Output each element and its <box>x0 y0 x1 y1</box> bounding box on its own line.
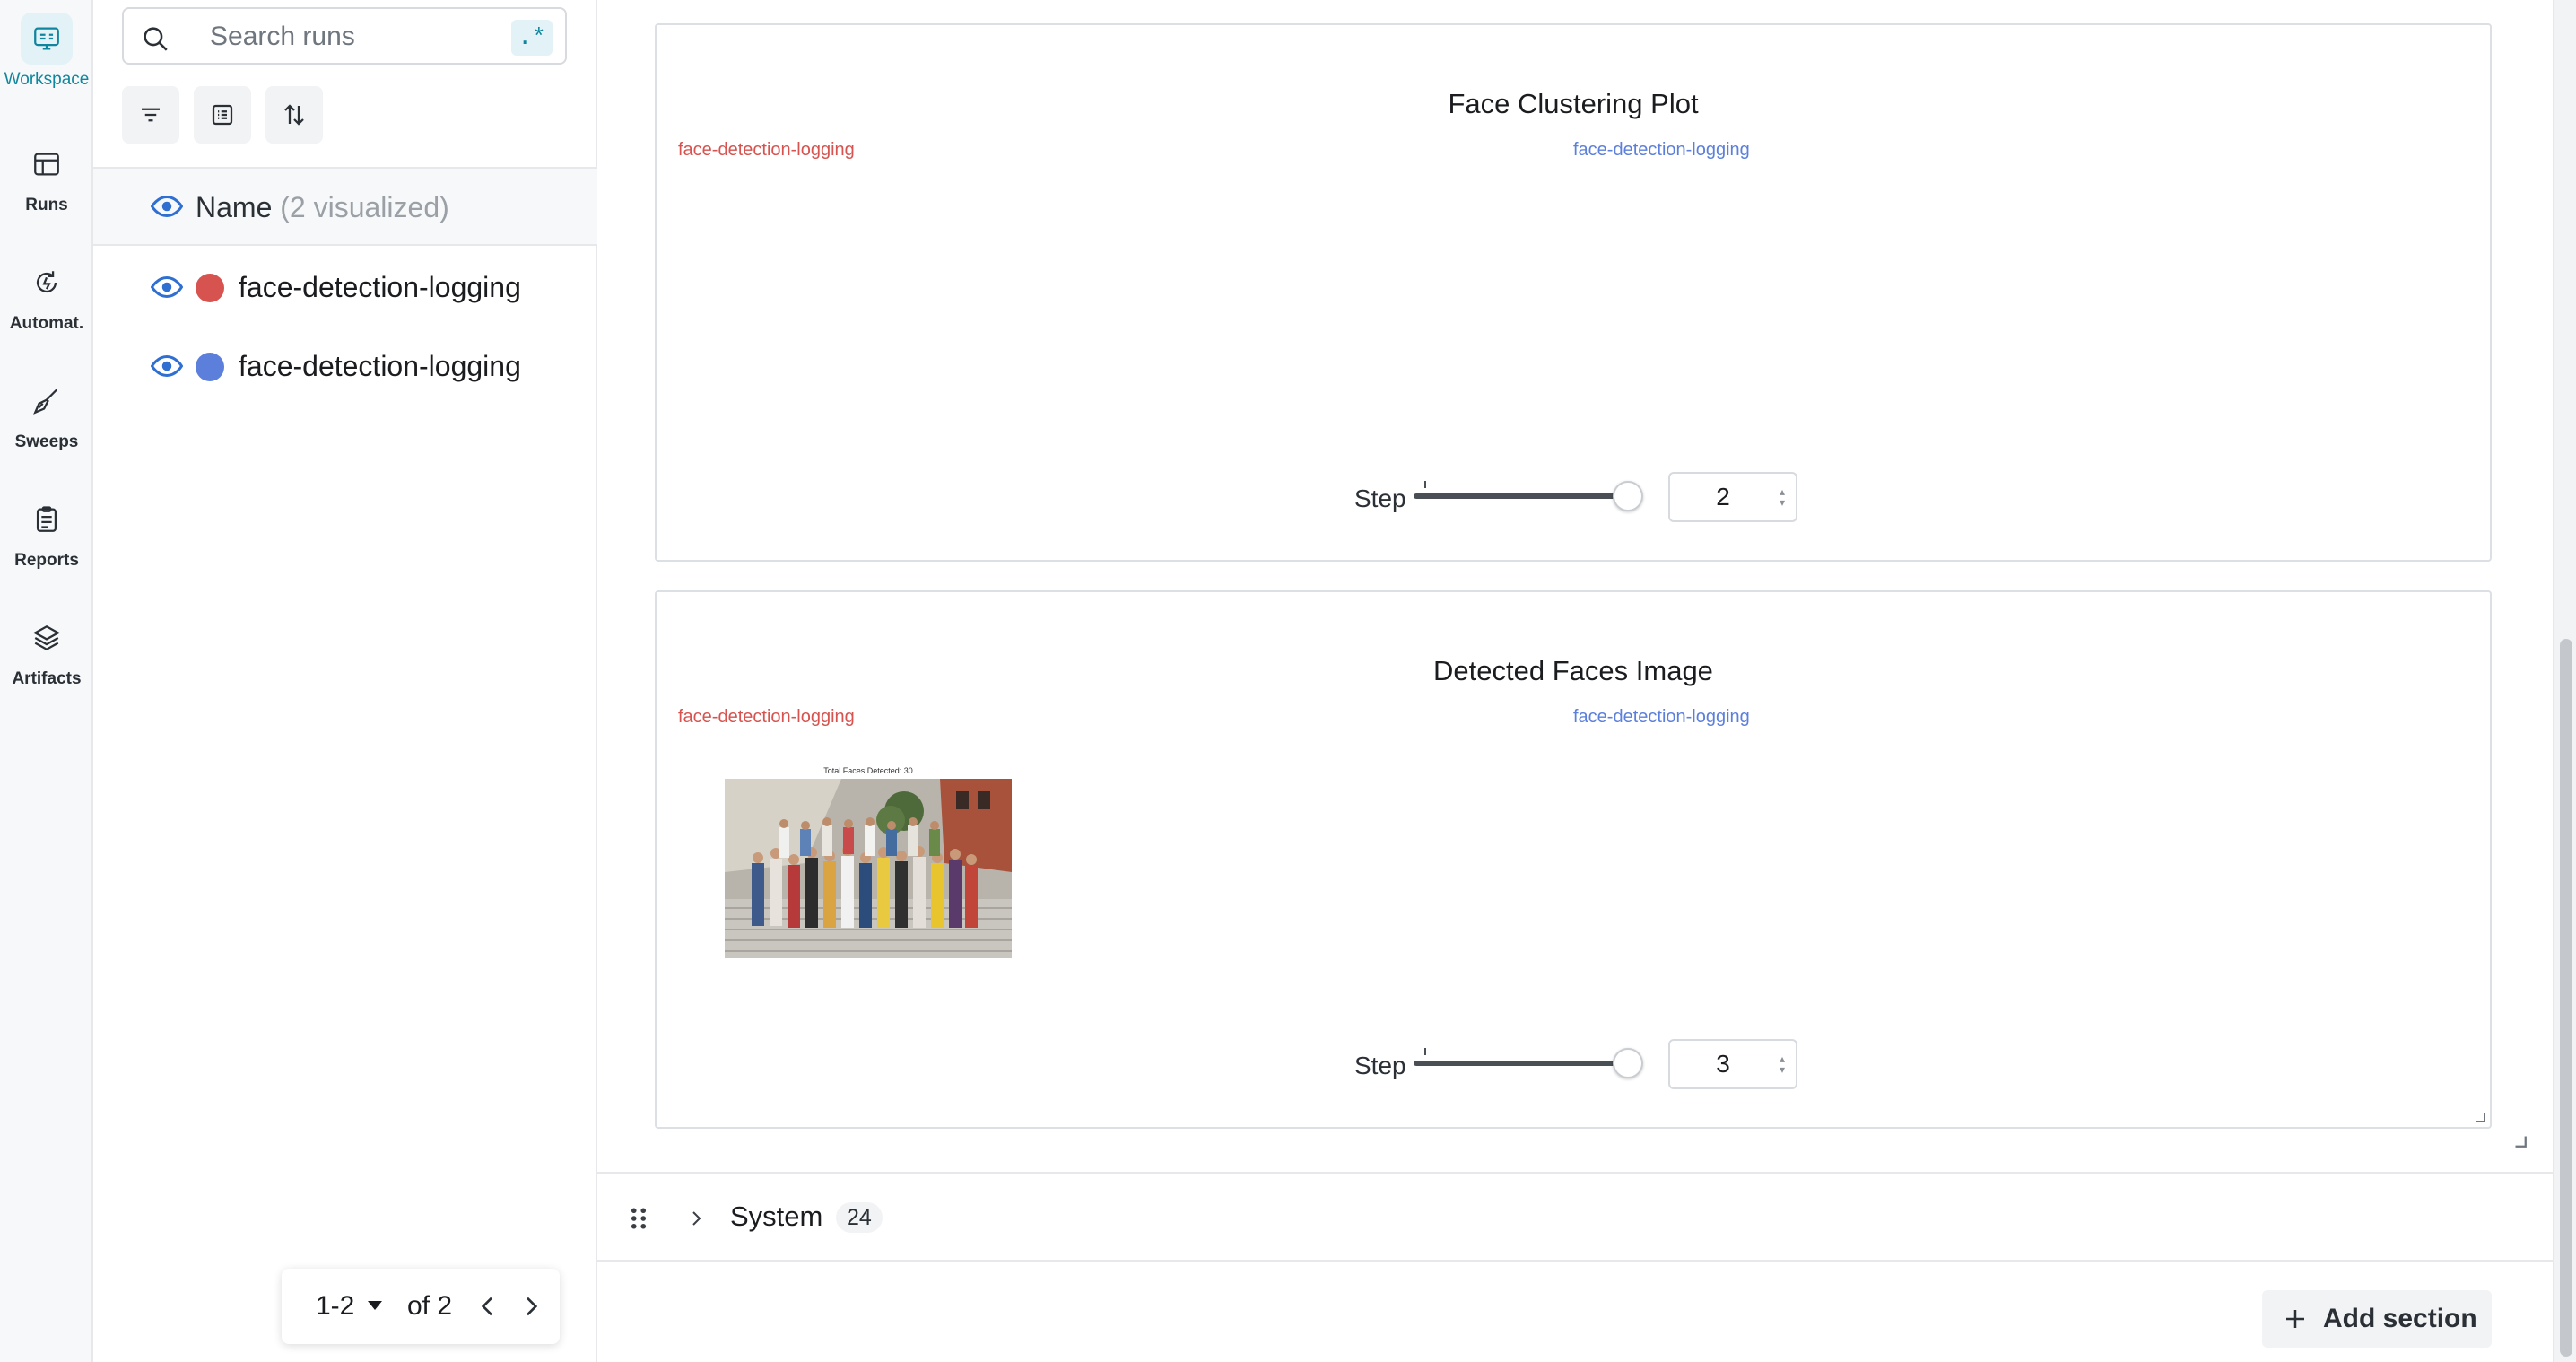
run-row[interactable]: face-detection-logging <box>93 248 597 327</box>
step-value: 2 <box>1716 483 1730 511</box>
runs-table-icon <box>21 138 73 190</box>
run-name[interactable]: face-detection-logging <box>239 327 521 406</box>
scrollbar-thumb[interactable] <box>2560 639 2572 1357</box>
detected-faces-image[interactable]: Total Faces Detected: 30 <box>725 764 1012 958</box>
main-scrollbar[interactable] <box>2553 0 2576 1362</box>
panel-run-label: face-detection-logging <box>678 707 855 727</box>
automation-icon <box>21 257 73 309</box>
runs-sidebar: Search runs .* Name (2 visualized) face-… <box>93 0 597 1362</box>
left-nav: Workspace Runs Automat. Sweeps Reports A… <box>0 0 93 1362</box>
panel-title: Detected Faces Image <box>1433 655 1713 686</box>
nav-label-automations: Automat. <box>9 314 84 333</box>
filter-button[interactable] <box>122 86 179 144</box>
name-column-header[interactable]: Name (2 visualized) <box>196 169 449 246</box>
step-slider-thumb[interactable] <box>1613 1048 1643 1078</box>
section-name: System <box>730 1200 823 1232</box>
spinner-arrows-icon[interactable]: ▴ ▾ <box>1780 1053 1785 1075</box>
drag-grip-icon[interactable] <box>628 1206 649 1231</box>
plus-icon <box>2286 1310 2304 1328</box>
page-range-select[interactable]: 1-2 <box>316 1269 354 1344</box>
panel-run-label: face-detection-logging <box>678 140 855 160</box>
system-section-header[interactable]: System 24 <box>597 1172 2553 1262</box>
columns-button[interactable] <box>194 86 251 144</box>
nav-label-workspace: Workspace <box>4 70 90 89</box>
step-number-input[interactable]: 3 ▴ ▾ <box>1668 1039 1797 1089</box>
add-section-label: Add section <box>2323 1304 2477 1333</box>
slider-tick <box>1424 481 1426 488</box>
workspace-main: Face Clustering Plot face-detection-logg… <box>597 0 2553 1362</box>
columns-list-icon <box>212 104 233 126</box>
run-row[interactable]: face-detection-logging <box>93 327 597 406</box>
step-value: 3 <box>1716 1050 1730 1078</box>
sweeps-broom-icon <box>21 375 73 427</box>
step-slider-thumb[interactable] <box>1613 481 1643 511</box>
panel-run-label: face-detection-logging <box>1573 707 1750 727</box>
media-panel-face-clustering[interactable]: Face Clustering Plot face-detection-logg… <box>655 23 2492 562</box>
runs-table-header: Name (2 visualized) <box>93 167 597 246</box>
add-section-button[interactable]: Add section <box>2262 1290 2492 1348</box>
nav-label-runs: Runs <box>25 196 68 214</box>
eye-icon[interactable] <box>151 353 183 380</box>
page-total: of 2 <box>407 1291 453 1321</box>
nav-reports[interactable]: Reports <box>0 485 93 583</box>
chevron-right-icon[interactable] <box>517 1292 545 1321</box>
step-label: Step <box>1354 1052 1406 1079</box>
media-panel-detected-faces[interactable]: Detected Faces Image face-detection-logg… <box>655 590 2492 1129</box>
slider-tick <box>1424 1048 1426 1055</box>
run-name[interactable]: face-detection-logging <box>239 248 521 327</box>
step-number-input[interactable]: 2 ▴ ▾ <box>1668 472 1797 522</box>
run-color-dot[interactable] <box>196 353 224 381</box>
chevron-right-icon[interactable] <box>685 1208 707 1229</box>
pagination: 1-2 of 2 <box>282 1269 560 1344</box>
panel-run-label: face-detection-logging <box>1573 140 1750 160</box>
eye-icon[interactable] <box>151 193 183 220</box>
nav-label-artifacts: Artifacts <box>12 669 82 688</box>
visualized-count: (2 visualized) <box>280 191 449 223</box>
nav-workspace[interactable]: Workspace <box>0 4 93 102</box>
search-icon <box>144 27 168 51</box>
step-slider[interactable] <box>1414 1061 1629 1066</box>
search-placeholder: Search runs <box>210 22 355 51</box>
nav-label-sweeps: Sweeps <box>14 432 79 451</box>
filter-lines-icon <box>142 108 160 122</box>
spinner-arrows-icon[interactable]: ▴ ▾ <box>1780 486 1785 508</box>
nav-sweeps[interactable]: Sweeps <box>0 366 93 465</box>
panel-title: Face Clustering Plot <box>1448 88 1699 119</box>
section-resize-handle-icon[interactable] <box>2511 1132 2528 1148</box>
panel-resize-handle-icon[interactable] <box>2472 1109 2486 1123</box>
workspace-icon <box>21 13 73 65</box>
sort-button[interactable] <box>265 86 323 144</box>
panel-count-badge: 24 <box>836 1202 883 1233</box>
caret-down-icon[interactable] <box>368 1301 382 1310</box>
search-runs-input[interactable]: Search runs .* <box>122 7 567 65</box>
artifacts-layers-icon <box>21 612 73 664</box>
nav-label-reports: Reports <box>14 551 79 570</box>
regex-toggle-button[interactable]: .* <box>511 20 553 56</box>
nav-artifacts[interactable]: Artifacts <box>0 603 93 702</box>
sort-arrows-icon <box>284 104 304 126</box>
chevron-left-icon[interactable] <box>474 1292 502 1321</box>
group-photo-image <box>725 779 1012 958</box>
reports-clipboard-icon <box>21 493 73 546</box>
step-label: Step <box>1354 485 1406 512</box>
run-color-dot[interactable] <box>196 274 224 302</box>
eye-icon[interactable] <box>151 274 183 301</box>
step-slider[interactable] <box>1414 493 1629 499</box>
nav-automations[interactable]: Automat. <box>0 248 93 346</box>
nav-runs[interactable]: Runs <box>0 129 93 228</box>
